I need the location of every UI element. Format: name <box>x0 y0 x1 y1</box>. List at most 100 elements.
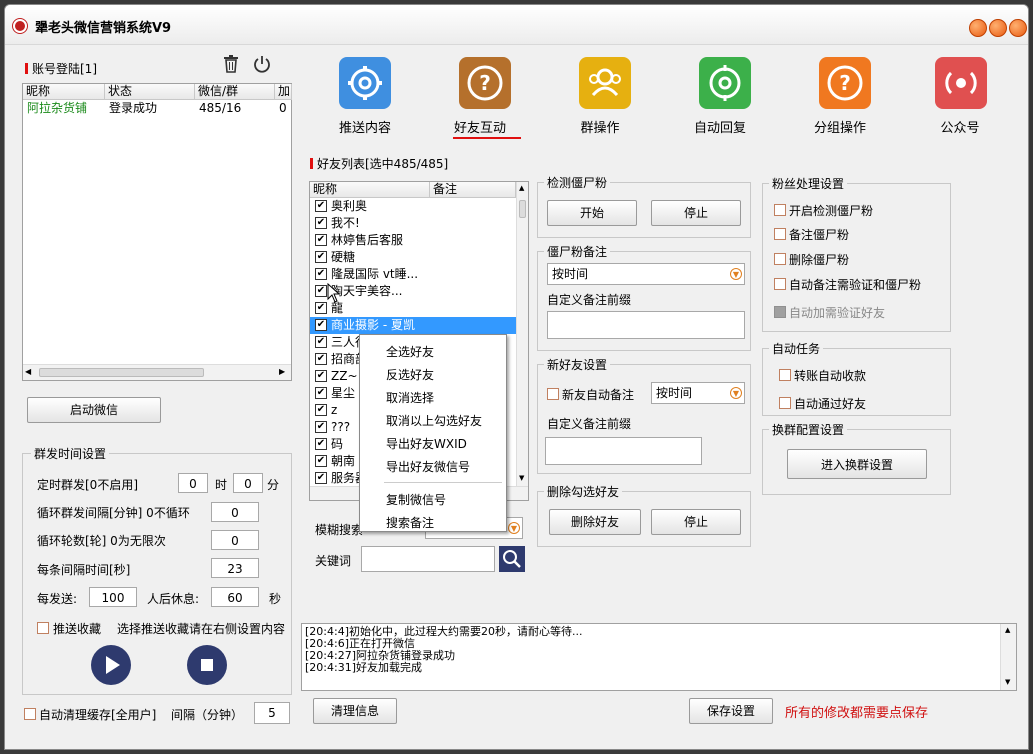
friend-checkbox[interactable]: ✔ <box>315 268 327 280</box>
col-header[interactable]: 状态 <box>105 84 195 100</box>
section-marker <box>310 158 313 169</box>
fans-option-checkbox[interactable] <box>774 204 786 216</box>
friend-row[interactable]: ✔ 奥利奥 <box>310 198 516 215</box>
search-button[interactable] <box>499 546 525 572</box>
title-bar: 犟老头微信营销系统V9 <box>5 5 1028 45</box>
scroll-thumb[interactable] <box>39 368 204 377</box>
col-header[interactable]: 微信/群 <box>195 84 275 100</box>
loop-interval-input[interactable]: 0 <box>211 502 259 522</box>
nav-group-ops[interactable]: 群操作 <box>545 55 655 145</box>
auto-clean-checkbox[interactable] <box>24 708 36 720</box>
loop-rounds-input[interactable]: 0 <box>211 530 259 550</box>
col-header[interactable]: 备注 <box>430 182 516 198</box>
friend-row[interactable]: ✔ 隆晟国际 vt睡... <box>310 266 516 283</box>
close-button[interactable] <box>1009 19 1027 37</box>
minute-input[interactable]: 0 <box>233 473 263 493</box>
keyword-input[interactable] <box>361 546 495 572</box>
zombie-prefix-input[interactable] <box>547 311 745 339</box>
col-header[interactable]: 昵称 <box>23 84 105 100</box>
friend-checkbox[interactable]: ✔ <box>315 302 327 314</box>
per-send-input[interactable]: 100 <box>89 587 137 607</box>
friend-row[interactable]: ✔ 商业摄影 - 夏凯 <box>310 317 516 334</box>
menu-item[interactable]: 复制微信号 <box>386 491 446 508</box>
trash-icon[interactable] <box>222 54 240 74</box>
friend-checkbox[interactable]: ✔ <box>315 387 327 399</box>
friend-checkbox[interactable]: ✔ <box>315 319 327 331</box>
nav-group-ops-2[interactable]: ? 分组操作 <box>785 55 895 145</box>
new-friend-select[interactable]: 按时间 ▼ <box>651 382 745 404</box>
table-row[interactable]: 阿拉杂货铺 登录成功 485/16 0 <box>23 100 291 117</box>
maximize-button[interactable] <box>989 19 1007 37</box>
friend-checkbox[interactable]: ✔ <box>315 438 327 450</box>
friend-checkbox[interactable]: ✔ <box>315 353 327 365</box>
msg-gap-input[interactable]: 23 <box>211 558 259 578</box>
hour-input[interactable]: 0 <box>178 473 208 493</box>
menu-item[interactable]: 取消选择 <box>386 389 434 406</box>
friend-checkbox[interactable]: ✔ <box>315 234 327 246</box>
scroll-up-icon[interactable]: ▲ <box>1005 626 1010 634</box>
push-fav-checkbox[interactable] <box>37 622 49 634</box>
friend-checkbox[interactable]: ✔ <box>315 285 327 297</box>
group-switch-button[interactable]: 进入换群设置 <box>787 449 927 479</box>
nav-label: 推送内容 <box>338 121 391 136</box>
menu-item[interactable]: 取消以上勾选好友 <box>386 412 482 429</box>
scroll-down-icon[interactable]: ▼ <box>1005 678 1010 686</box>
minimize-button[interactable] <box>969 19 987 37</box>
friend-checkbox[interactable]: ✔ <box>315 370 327 382</box>
scroll-thumb[interactable] <box>519 200 526 218</box>
start-wechat-button[interactable]: 启动微信 <box>27 397 161 423</box>
auto-task-checkbox[interactable] <box>779 397 791 409</box>
col-header[interactable]: 昵称 <box>310 182 430 198</box>
nav-friend-interaction[interactable]: ? 好友互动 <box>425 55 535 145</box>
minute-unit: 分 <box>267 478 280 492</box>
play-button[interactable] <box>91 645 131 685</box>
friend-checkbox[interactable]: ✔ <box>315 472 327 484</box>
fans-option-checkbox[interactable] <box>774 228 786 240</box>
fans-option-checkbox[interactable] <box>774 278 786 290</box>
auto-task-checkbox[interactable] <box>779 369 791 381</box>
vertical-scrollbar[interactable]: ▲ ▼ <box>516 182 528 486</box>
friend-checkbox[interactable]: ✔ <box>315 404 327 416</box>
menu-item[interactable]: 搜索备注 <box>386 514 434 531</box>
clear-info-button[interactable]: 清理信息 <box>313 698 397 724</box>
fans-option-checkbox[interactable] <box>774 253 786 265</box>
scroll-up-icon[interactable]: ▲ <box>519 184 524 192</box>
friend-checkbox[interactable]: ✔ <box>315 421 327 433</box>
zombie-start-button[interactable]: 开始 <box>547 200 637 226</box>
menu-item[interactable]: 全选好友 <box>386 343 434 360</box>
power-icon[interactable] <box>252 54 272 74</box>
clean-interval-input[interactable]: 5 <box>254 702 290 724</box>
friend-checkbox[interactable]: ✔ <box>315 336 327 348</box>
rest-input[interactable]: 60 <box>211 587 259 607</box>
zombie-note-select[interactable]: 按时间 ▼ <box>547 263 745 285</box>
scroll-down-icon[interactable]: ▼ <box>519 474 524 482</box>
new-friend-prefix-input[interactable] <box>545 437 702 465</box>
col-header[interactable]: 加 <box>275 84 292 100</box>
nav-push-content[interactable]: 推送内容 <box>305 55 415 145</box>
scroll-left-icon[interactable]: ◀ <box>25 367 31 376</box>
friend-row[interactable]: ✔ 硬糖 <box>310 249 516 266</box>
menu-item[interactable]: 反选好友 <box>386 366 434 383</box>
nav-auto-reply[interactable]: 自动回复 <box>665 55 775 145</box>
save-settings-button[interactable]: 保存设置 <box>689 698 773 724</box>
friend-checkbox[interactable]: ✔ <box>315 455 327 467</box>
scroll-right-icon[interactable]: ▶ <box>279 367 285 376</box>
friend-row[interactable]: ✔ 我不! <box>310 215 516 232</box>
stop-icon[interactable] <box>187 645 227 685</box>
friend-checkbox[interactable]: ✔ <box>315 200 327 212</box>
vertical-scrollbar[interactable]: ▲ ▼ <box>1000 624 1016 690</box>
delete-stop-button[interactable]: 停止 <box>651 509 741 535</box>
chevron-down-icon: ▼ <box>730 387 742 399</box>
menu-item[interactable]: 导出好友WXID <box>386 435 467 452</box>
friend-row[interactable]: ✔ 林婷售后客服 <box>310 232 516 249</box>
friend-checkbox[interactable]: ✔ <box>315 251 327 263</box>
nav-official-account[interactable]: 公众号 <box>905 55 1015 145</box>
delete-friends-button[interactable]: 删除好友 <box>549 509 641 535</box>
auto-note-checkbox[interactable] <box>547 388 559 400</box>
zombie-stop-button[interactable]: 停止 <box>651 200 741 226</box>
horizontal-scrollbar[interactable]: ◀ ▶ <box>23 364 291 380</box>
hour-unit: 时 <box>215 478 228 492</box>
fans-option-label: 开启检测僵尸粉 <box>789 204 874 218</box>
menu-item[interactable]: 导出好友微信号 <box>386 458 470 475</box>
friend-checkbox[interactable]: ✔ <box>315 217 327 229</box>
